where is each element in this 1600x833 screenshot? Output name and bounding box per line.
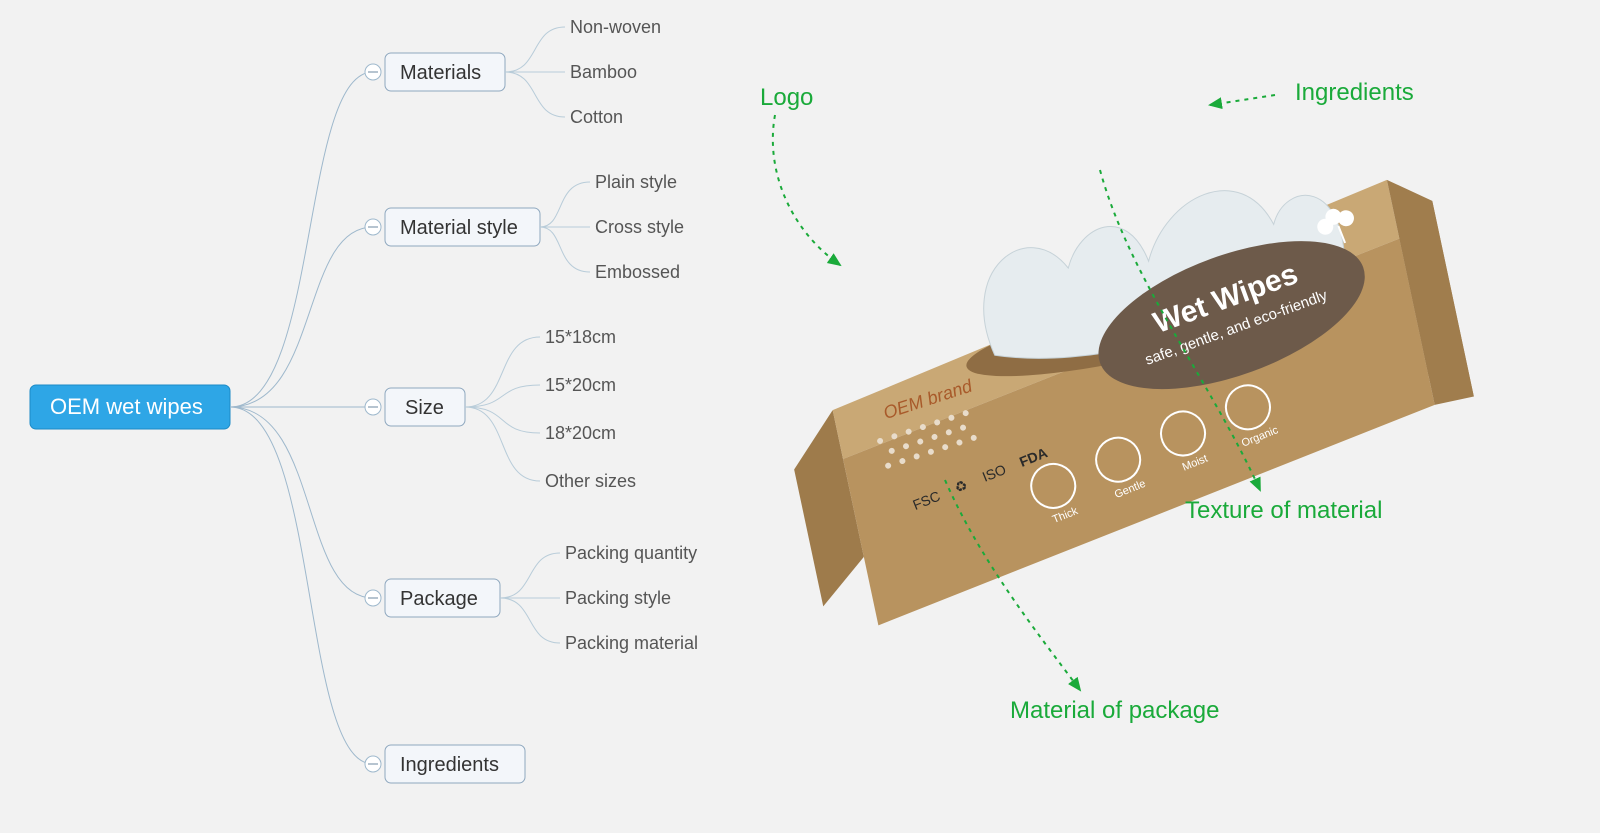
leaf: Plain style (595, 172, 677, 192)
leaf: 15*18cm (545, 327, 616, 347)
root-node[interactable]: OEM wet wipes (30, 385, 230, 429)
toggle-ingredients[interactable] (365, 756, 381, 772)
leaf: Bamboo (570, 62, 637, 82)
leaf: Embossed (595, 262, 680, 282)
branch-materials[interactable]: Materials (385, 53, 505, 91)
leaf: Packing style (565, 588, 671, 608)
leaf: Cotton (570, 107, 623, 127)
mindmap: OEM wet wipes Materials Ma (30, 17, 698, 783)
svg-text:Material style: Material style (400, 217, 518, 239)
leaf: Other sizes (545, 471, 636, 491)
leaf: Packing material (565, 633, 698, 653)
callout-texture: Texture of material (1185, 497, 1382, 524)
branch-package[interactable]: Package (385, 579, 500, 617)
leaf: Non-woven (570, 17, 661, 37)
svg-text:Ingredients: Ingredients (400, 754, 499, 776)
branch-size[interactable]: Size (385, 388, 465, 426)
toggle-size[interactable] (365, 399, 381, 415)
root-label: OEM wet wipes (50, 394, 203, 419)
svg-text:Package: Package (400, 588, 478, 610)
product-illustration: Wet Wipes safe, gentle, and eco-friendly… (756, 148, 1495, 636)
toggle-package[interactable] (365, 590, 381, 606)
leaf: Cross style (595, 217, 684, 237)
diagram-canvas: OEM wet wipes Materials Ma (0, 0, 1600, 833)
svg-text:Size: Size (405, 397, 444, 419)
callout-material-pkg: Material of package (1010, 697, 1219, 724)
leaf: 18*20cm (545, 423, 616, 443)
toggle-materials[interactable] (365, 64, 381, 80)
svg-text:Materials: Materials (400, 62, 481, 84)
branch-material-style[interactable]: Material style (385, 208, 540, 246)
leaf: Packing quantity (565, 543, 697, 563)
branch-ingredients[interactable]: Ingredients (385, 745, 525, 783)
callout-ingredients: Ingredients (1295, 79, 1414, 106)
leaf: 15*20cm (545, 375, 616, 395)
toggle-material-style[interactable] (365, 219, 381, 235)
callout-logo: Logo (760, 84, 813, 111)
